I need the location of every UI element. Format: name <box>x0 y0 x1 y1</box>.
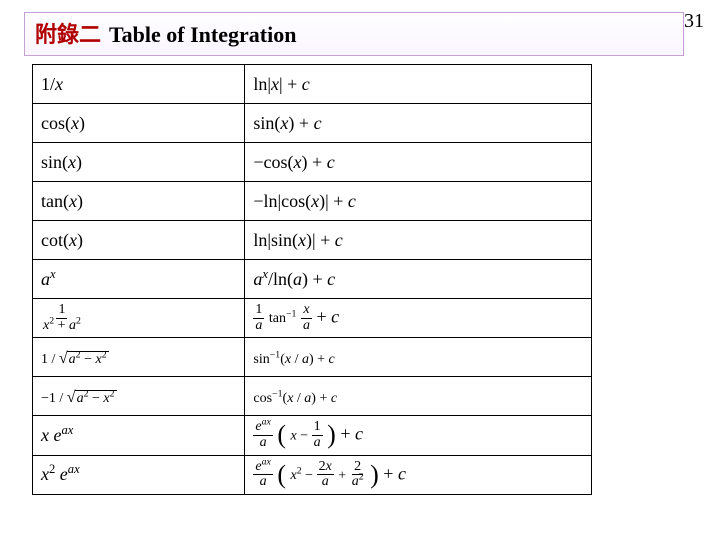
table-row: 1 / a2 − x2 sin−1(x / a) + c <box>33 338 592 377</box>
title-main: Table of Integration <box>109 22 296 47</box>
integrand: x eax <box>33 416 245 455</box>
integrand: 1/x <box>33 65 245 104</box>
integrand: −1 / a2 − x2 <box>33 377 245 416</box>
integral: sin(x) + c <box>245 104 592 143</box>
table-row: 1/x ln|x| + c <box>33 65 592 104</box>
integrand: sin(x) <box>33 143 245 182</box>
integrand: 1 / a2 − x2 <box>33 338 245 377</box>
table-row: ax ax/ln(a) + c <box>33 260 592 299</box>
integral: ln|sin(x)| + c <box>245 221 592 260</box>
integral: ln|x| + c <box>245 65 592 104</box>
integral: −ln|cos(x)| + c <box>245 182 592 221</box>
integral: cos−1(x / a) + c <box>245 377 592 416</box>
table-row: cot(x) ln|sin(x)| + c <box>33 221 592 260</box>
title-prefix: 附錄二 <box>35 22 101 47</box>
integrand: x2 eax <box>33 455 245 494</box>
integral: −cos(x) + c <box>245 143 592 182</box>
table-row: −1 / a2 − x2 cos−1(x / a) + c <box>33 377 592 416</box>
integration-table: 1/x ln|x| + c cos(x) sin(x) + c sin(x) −… <box>32 64 592 495</box>
integral: 1a tan−1 xa + c <box>245 299 592 338</box>
integrand: 1x2 + a2 <box>33 299 245 338</box>
slide-title: 附錄二 Table of Integration <box>35 22 296 47</box>
table-row: x2 eax eaxa ( x2 − 2xa + 2a2 ) + c <box>33 455 592 494</box>
integral: sin−1(x / a) + c <box>245 338 592 377</box>
table-row: cos(x) sin(x) + c <box>33 104 592 143</box>
integral: ax/ln(a) + c <box>245 260 592 299</box>
integral: eaxa ( x2 − 2xa + 2a2 ) + c <box>245 455 592 494</box>
integrand: cot(x) <box>33 221 245 260</box>
table-row: x eax eaxa ( x − 1a ) + c <box>33 416 592 455</box>
page-number: 31 <box>684 10 704 33</box>
integrand: cos(x) <box>33 104 245 143</box>
integrand: tan(x) <box>33 182 245 221</box>
table-row: sin(x) −cos(x) + c <box>33 143 592 182</box>
table-row: tan(x) −ln|cos(x)| + c <box>33 182 592 221</box>
integral: eaxa ( x − 1a ) + c <box>245 416 592 455</box>
title-box: 附錄二 Table of Integration <box>24 12 684 56</box>
integrand: ax <box>33 260 245 299</box>
table-row: 1x2 + a2 1a tan−1 xa + c <box>33 299 592 338</box>
slide: 31 附錄二 Table of Integration 1/x ln|x| + c… <box>0 0 720 540</box>
